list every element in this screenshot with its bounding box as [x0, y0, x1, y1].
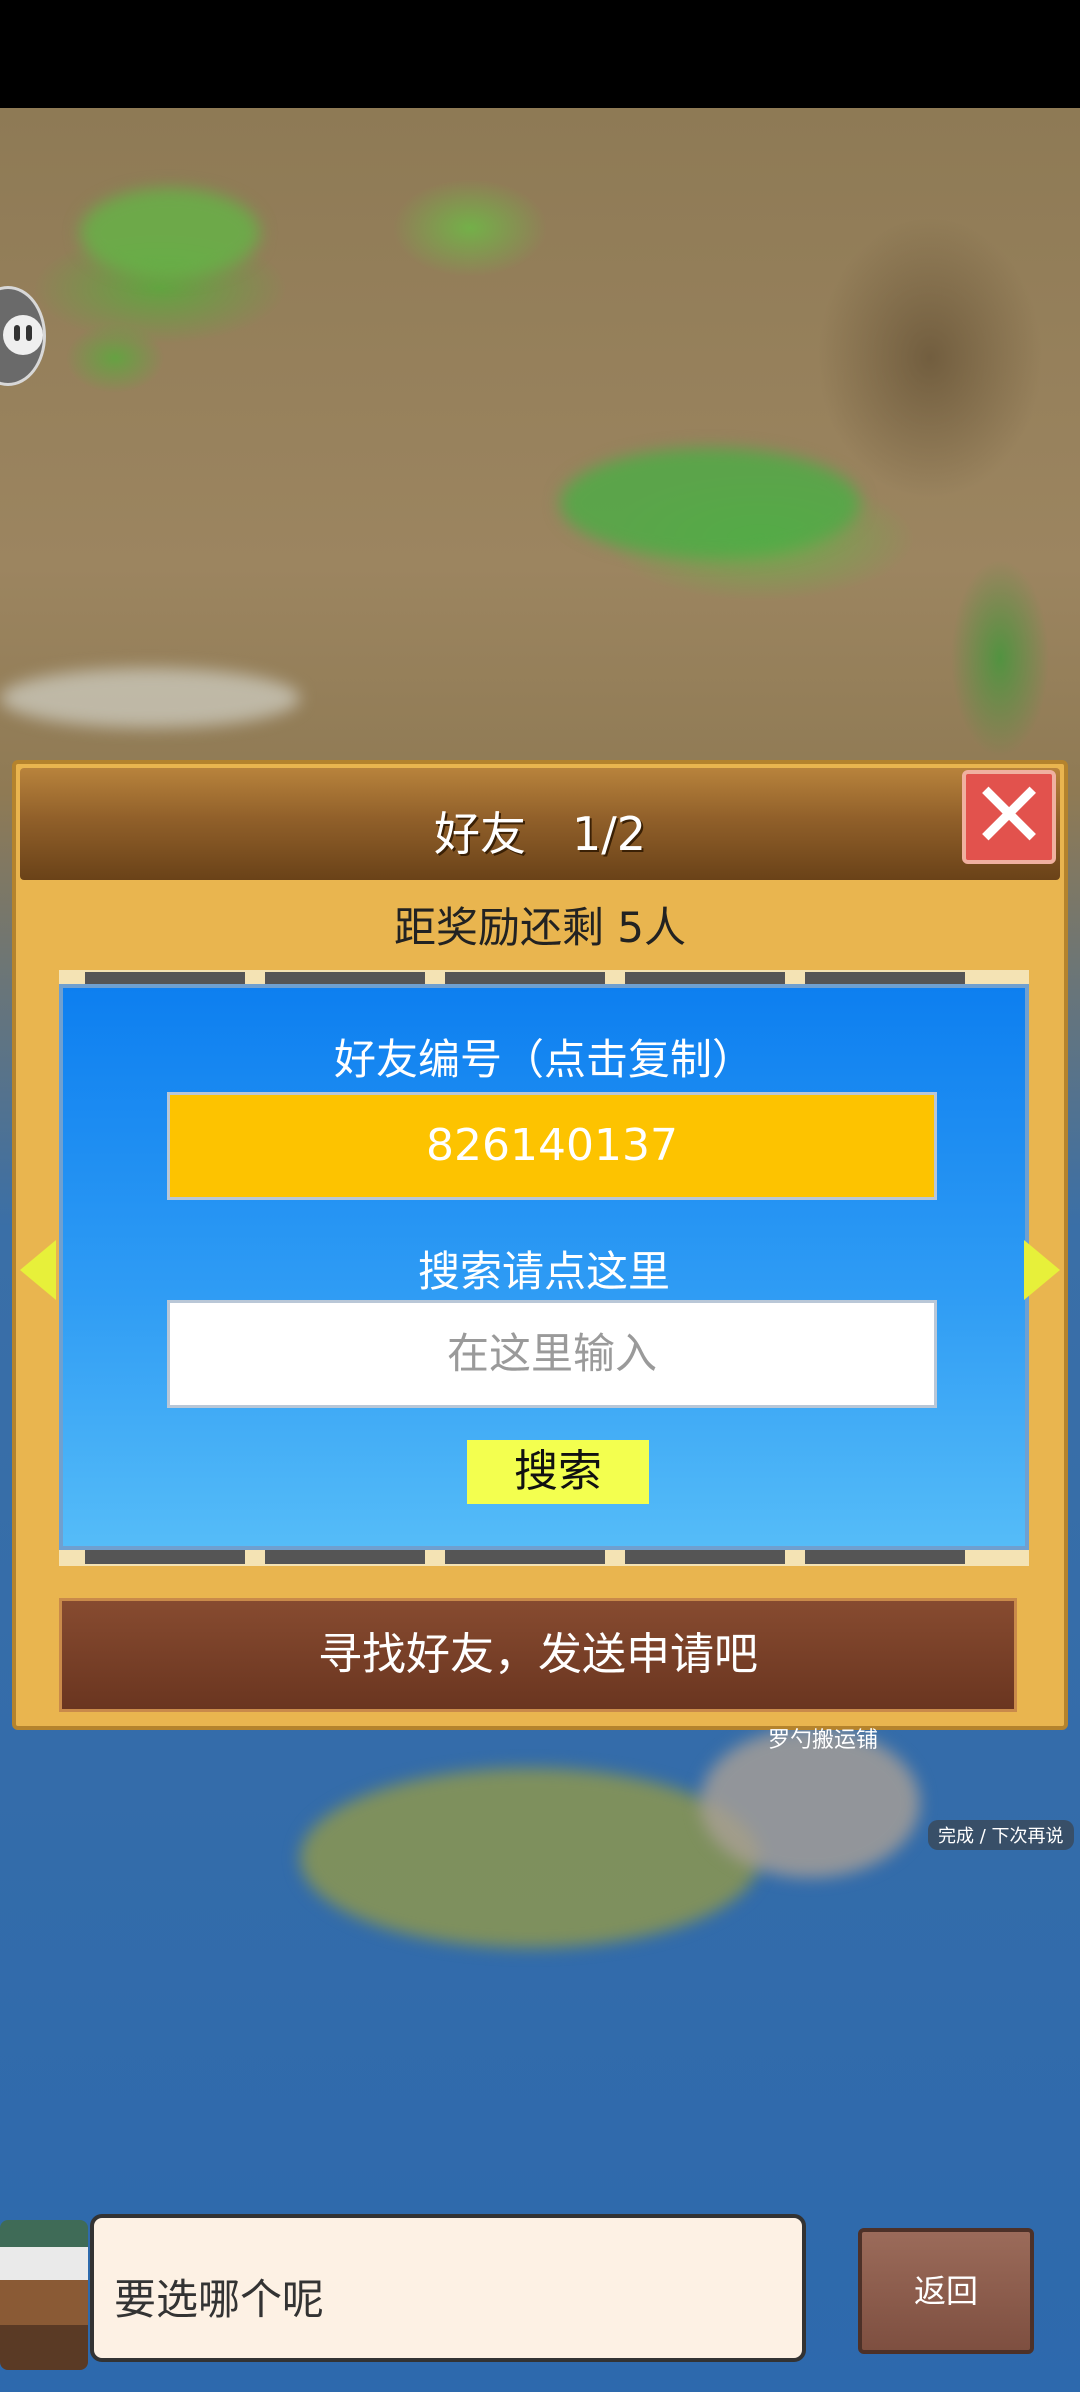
search-input[interactable]: 在这里输入: [167, 1300, 937, 1408]
character-avatar: [0, 2220, 88, 2370]
panel-header: 好友 1/2: [20, 768, 1060, 880]
friend-id-copy-button[interactable]: 826140137: [167, 1092, 937, 1200]
friend-id-label: 好友编号（点击复制）: [333, 1035, 754, 1084]
speech-bubble: 要选哪个呢: [90, 2214, 806, 2362]
prev-page-arrow-icon[interactable]: [20, 1240, 56, 1300]
search-label: 搜索请点这里: [417, 1247, 670, 1296]
map-hint-text: 完成 / 下次再说: [928, 1820, 1074, 1850]
next-page-arrow-icon[interactable]: [1024, 1240, 1060, 1300]
pause-icon: [3, 315, 43, 355]
friends-panel: 好友 1/2 距奖励还剩 5人 好友编号（点击复制） 826140137 搜索请…: [12, 760, 1068, 1730]
panel-title: 好友 1/2: [433, 807, 647, 861]
speech-text: 要选哪个呢: [114, 2275, 325, 2324]
decor-bar-bottom: [59, 1550, 1029, 1566]
friend-card: 好友编号（点击复制） 826140137 搜索请点这里 在这里输入 搜索: [59, 984, 1029, 1550]
find-friends-button[interactable]: 寻找好友，发送申请吧: [59, 1598, 1017, 1712]
status-bar: [0, 0, 1080, 108]
search-button[interactable]: 搜索: [467, 1440, 649, 1504]
close-button[interactable]: ✕: [962, 770, 1056, 864]
reward-remaining-text: 距奖励还剩 5人: [393, 903, 687, 952]
back-button[interactable]: 返回: [858, 2228, 1034, 2354]
map-shop-label: 罗勺搬运铺: [768, 1728, 879, 1753]
